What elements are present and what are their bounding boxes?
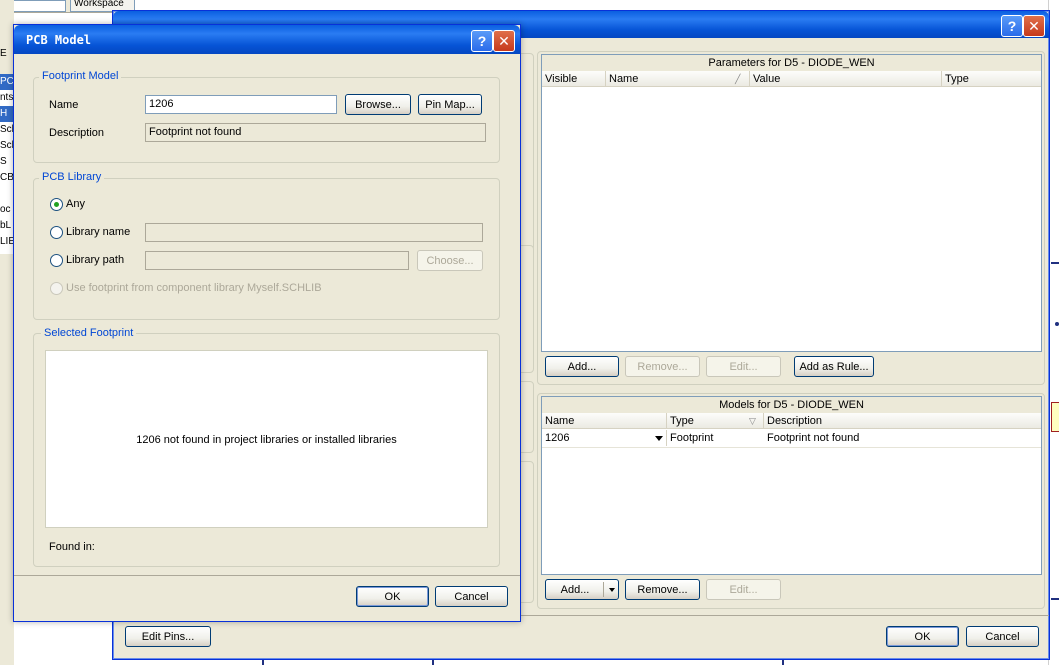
edit-parameter-button[interactable]: Edit... [706, 356, 781, 377]
library-name-input[interactable] [145, 223, 483, 242]
name-label: Name [49, 99, 79, 111]
footprint-preview: 1206 not found in project libraries or i… [45, 350, 488, 528]
found-in-label: Found in: [49, 541, 95, 553]
column-model-name[interactable]: Name [542, 413, 667, 429]
dropdown-arrow-icon[interactable] [655, 436, 663, 441]
tree-item[interactable]: PC [0, 74, 14, 90]
model-name-combo[interactable]: 1206 [542, 430, 667, 446]
sort-arrow-icon: ╱ [735, 74, 741, 84]
column-model-description[interactable]: Description [764, 413, 1041, 429]
tree-item[interactable]: Sch [0, 122, 14, 138]
pcb-library-group-label: PCB Library [39, 171, 105, 183]
column-visible[interactable]: Visible [542, 71, 606, 87]
ok-button[interactable]: OK [886, 626, 959, 647]
help-icon[interactable]: ? [471, 30, 493, 52]
add-model-dropdown-icon[interactable] [609, 588, 615, 592]
models-panel-title: Models for D5 - DIODE_WEN [542, 397, 1041, 414]
column-name[interactable]: Name [606, 71, 750, 87]
tree-item[interactable]: S [0, 154, 14, 170]
add-model-label: Add... [560, 584, 590, 596]
footprint-not-found-message: 1206 not found in project libraries or i… [136, 434, 397, 446]
schematic-junction [1055, 322, 1059, 326]
use-component-library-radio[interactable] [50, 282, 63, 295]
schematic-wire [1051, 598, 1059, 600]
edit-model-button[interactable]: Edit... [706, 579, 781, 600]
add-as-rule-button[interactable]: Add as Rule... [794, 356, 874, 377]
footprint-model-group-label: Footprint Model [39, 70, 122, 82]
models-table: Models for D5 - DIODE_WEN Name Type ▽ De… [541, 396, 1042, 575]
close-icon[interactable]: ✕ [1023, 15, 1045, 37]
tree-item[interactable]: nts [0, 90, 14, 106]
description-label: Description [49, 127, 105, 139]
browse-button[interactable]: Browse... [345, 94, 411, 115]
table-row[interactable]: 1206 Footprint Footprint not found [542, 430, 1041, 448]
tree-item[interactable]: CB [0, 170, 14, 186]
library-path-input[interactable] [145, 251, 409, 270]
edit-pins-button[interactable]: Edit Pins... [125, 626, 211, 647]
pcb-model-title-bar: PCB Model ? ✕ [14, 25, 520, 54]
help-icon[interactable]: ? [1001, 15, 1023, 37]
pcb-library-group [33, 178, 500, 320]
selected-footprint-group-label: Selected Footprint [41, 327, 137, 339]
schematic-wire [1051, 262, 1059, 264]
model-name-cell: 1206 [545, 432, 570, 444]
tree-item[interactable]: LIE [0, 234, 14, 250]
footprint-model-group [33, 77, 500, 163]
column-value[interactable]: Value [750, 71, 942, 87]
library-name-radio[interactable] [50, 226, 63, 239]
tree-item[interactable]: Sch [0, 138, 14, 154]
library-path-radio[interactable] [50, 254, 63, 267]
filter-icon: ▽ [749, 416, 756, 426]
cancel-button[interactable]: Cancel [966, 626, 1039, 647]
remove-model-button[interactable]: Remove... [625, 579, 700, 600]
any-radio[interactable] [50, 198, 63, 211]
model-type-cell: Footprint [670, 432, 714, 444]
column-type[interactable]: Type [942, 71, 1041, 87]
tree-item[interactable] [0, 186, 14, 202]
footer-separator [14, 575, 520, 576]
tree-item[interactable]: H [0, 106, 14, 122]
use-component-library-label[interactable]: Use footprint from component library Mys… [66, 282, 322, 294]
pin-map-button[interactable]: Pin Map... [418, 94, 482, 115]
tree-item[interactable]: bL [0, 218, 14, 234]
library-name-label[interactable]: Library name [66, 226, 130, 238]
pcb-model-title: PCB Model [26, 33, 92, 47]
model-description-cell: Footprint not found [767, 432, 860, 444]
parameters-table: Parameters for D5 - DIODE_WEN Visible Na… [541, 54, 1042, 352]
add-parameter-button[interactable]: Add... [545, 356, 619, 377]
footprint-name-input[interactable]: 1206 [145, 95, 337, 114]
tree-item[interactable]: oc [0, 202, 14, 218]
projects-panel-label: E [0, 48, 7, 59]
add-model-button[interactable]: Add... [545, 579, 619, 600]
pcb-model-dialog: PCB Model ? ✕ Footprint Model Name 1206 … [13, 24, 521, 622]
library-path-label[interactable]: Library path [66, 254, 124, 266]
description-field: Footprint not found [145, 123, 486, 142]
schematic-component [1051, 402, 1059, 432]
pcb-ok-button[interactable]: OK [356, 586, 429, 607]
choose-button[interactable]: Choose... [417, 250, 483, 271]
close-icon[interactable]: ✕ [493, 30, 515, 52]
pcb-cancel-button[interactable]: Cancel [435, 586, 508, 607]
any-label[interactable]: Any [66, 198, 85, 210]
remove-parameter-button[interactable]: Remove... [625, 356, 700, 377]
parameters-panel-title: Parameters for D5 - DIODE_WEN [542, 55, 1041, 72]
